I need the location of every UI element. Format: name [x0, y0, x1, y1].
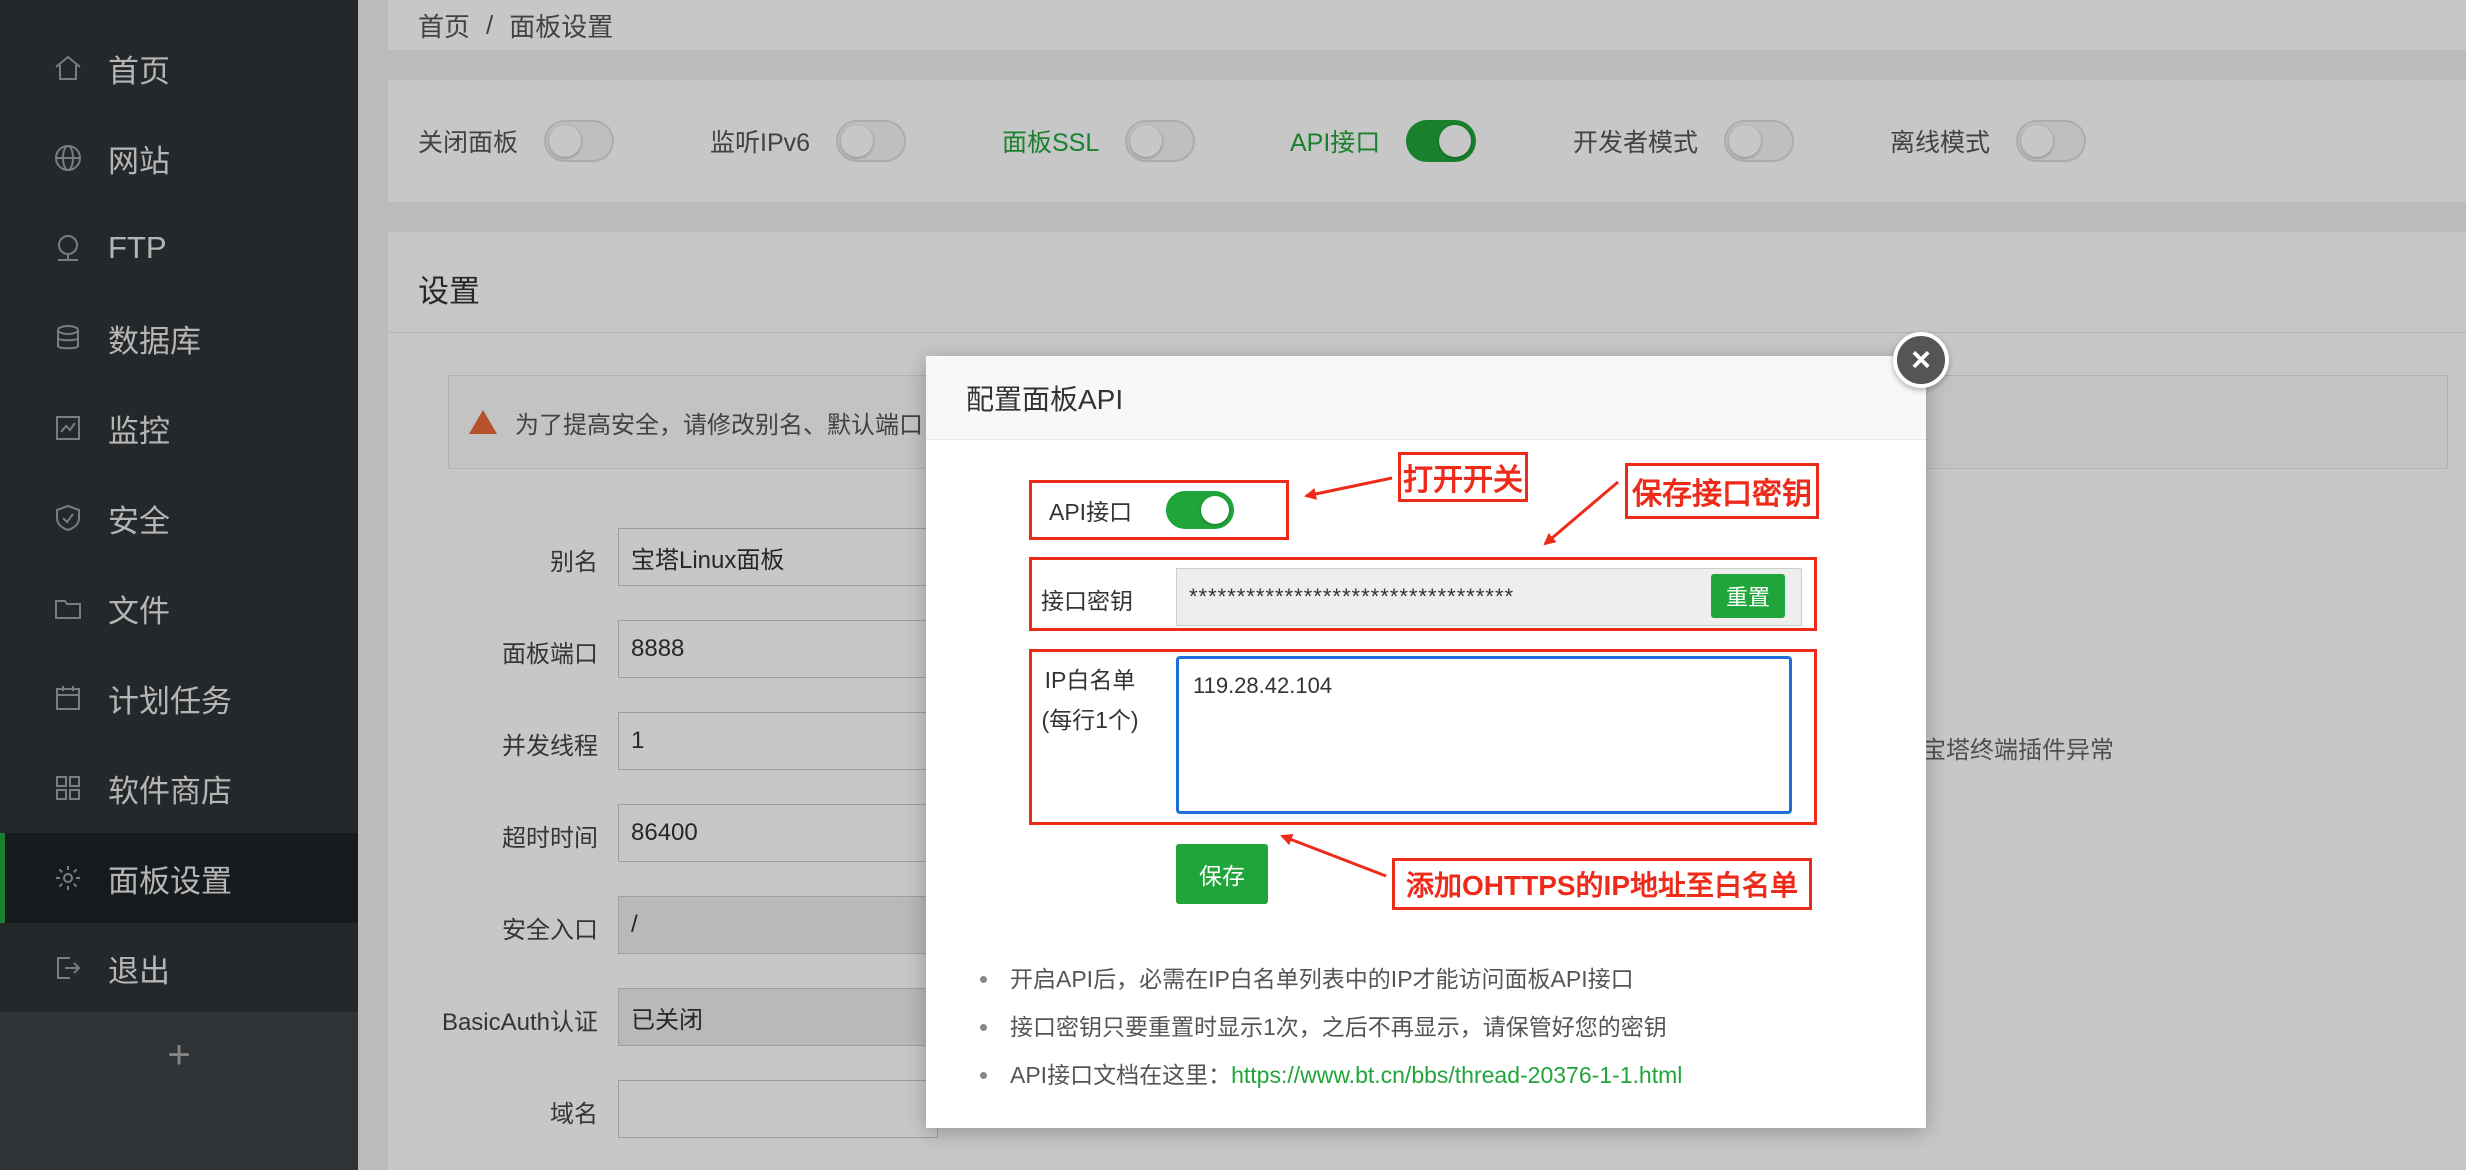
api-notes: 开启API后，必需在IP白名单列表中的IP才能访问面板API接口 接口密钥只要重…: [972, 955, 1682, 1099]
annotation-box-key: [1029, 557, 1817, 631]
annotation-add-ip: 添加OHTTPS的IP地址至白名单: [1392, 858, 1812, 910]
note-item: 接口密钥只要重置时显示1次，之后不再显示，请保管好您的密钥: [972, 1003, 1682, 1051]
annotation-save-key: 保存接口密钥: [1625, 463, 1819, 519]
annotation-box-ip: [1029, 649, 1817, 825]
note-text: API接口文档在这里：: [1010, 1062, 1232, 1088]
annotation-open-switch: 打开开关: [1398, 452, 1528, 502]
note-item: API接口文档在这里：https://www.bt.cn/bbs/thread-…: [972, 1051, 1682, 1099]
note-text: 接口密钥只要重置时显示1次，之后不再显示，请保管好您的密钥: [1010, 1014, 1667, 1040]
modal-title: 配置面板API: [926, 356, 1926, 440]
note-text: 开启API后，必需在IP白名单列表中的IP才能访问面板API接口: [1010, 966, 1634, 992]
annotation-box-api: [1029, 480, 1289, 540]
close-icon[interactable]: ×: [1893, 332, 1949, 388]
note-item: 开启API后，必需在IP白名单列表中的IP才能访问面板API接口: [972, 955, 1682, 1003]
save-button[interactable]: 保存: [1176, 844, 1268, 904]
api-doc-link[interactable]: https://www.bt.cn/bbs/thread-20376-1-1.h…: [1231, 1062, 1682, 1088]
